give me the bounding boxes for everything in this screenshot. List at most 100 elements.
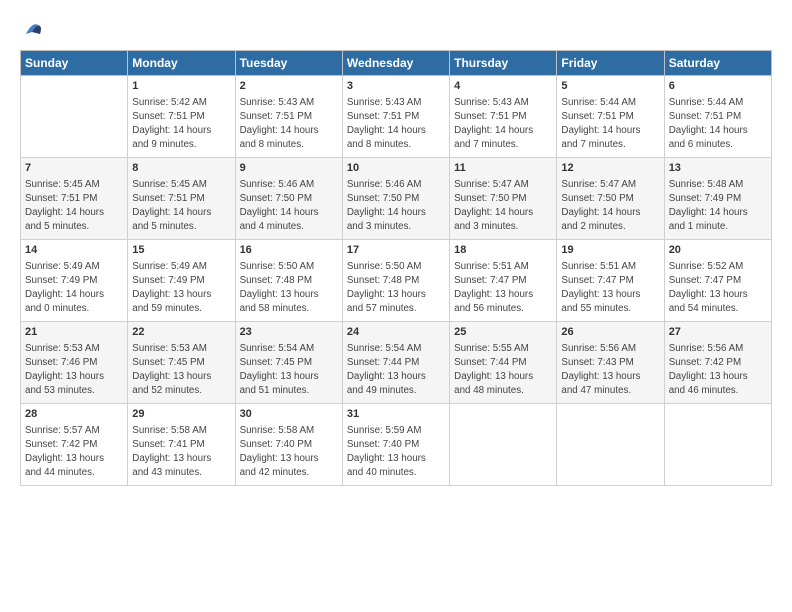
- day-content: Sunrise: 5:56 AM Sunset: 7:43 PM Dayligh…: [561, 342, 659, 397]
- day-content: Sunrise: 5:54 AM Sunset: 7:44 PM Dayligh…: [347, 342, 445, 397]
- calendar-cell: [664, 404, 771, 486]
- day-number: 28: [25, 407, 123, 422]
- calendar-cell: 17Sunrise: 5:50 AM Sunset: 7:48 PM Dayli…: [342, 240, 449, 322]
- calendar-cell: 20Sunrise: 5:52 AM Sunset: 7:47 PM Dayli…: [664, 240, 771, 322]
- day-number: 9: [240, 161, 338, 176]
- day-content: Sunrise: 5:50 AM Sunset: 7:48 PM Dayligh…: [240, 260, 338, 315]
- day-number: 12: [561, 161, 659, 176]
- day-content: Sunrise: 5:57 AM Sunset: 7:42 PM Dayligh…: [25, 424, 123, 479]
- day-number: 2: [240, 79, 338, 94]
- day-content: Sunrise: 5:51 AM Sunset: 7:47 PM Dayligh…: [454, 260, 552, 315]
- header-day-tuesday: Tuesday: [235, 51, 342, 76]
- calendar-cell: 8Sunrise: 5:45 AM Sunset: 7:51 PM Daylig…: [128, 158, 235, 240]
- calendar-cell: 16 Sunrise: 5:50 AM Sunset: 7:48 PM Dayli…: [235, 240, 342, 322]
- calendar-cell: 26 Sunrise: 5:56 AM Sunset: 7:43 PM Dayli…: [557, 322, 664, 404]
- day-number: 17: [347, 243, 445, 258]
- header-day-friday: Friday: [557, 51, 664, 76]
- day-number: 24: [347, 325, 445, 340]
- calendar-cell: 18 Sunrise: 5:51 AM Sunset: 7:47 PM Dayli…: [450, 240, 557, 322]
- calendar-cell: 7 Sunrise: 5:45 AM Sunset: 7:51 PM Daylig…: [21, 158, 128, 240]
- calendar-cell: 3 Sunrise: 5:43 AM Sunset: 7:51 PM Daylig…: [342, 76, 449, 158]
- day-content: Sunrise: 5:43 AM Sunset: 7:51 PM Dayligh…: [240, 96, 338, 151]
- calendar-cell: [21, 76, 128, 158]
- calendar-cell: 22 Sunrise: 5:53 AM Sunset: 7:45 PM Dayli…: [128, 322, 235, 404]
- calendar-week-5: 28 Sunrise: 5:57 AM Sunset: 7:42 PM Dayli…: [21, 404, 772, 486]
- calendar-header-row: SundayMondayTuesdayWednesdayThursdayFrid…: [21, 51, 772, 76]
- calendar-week-3: 14 Sunrise: 5:49 AM Sunset: 7:49 PM Dayli…: [21, 240, 772, 322]
- day-content: Sunrise: 5:52 AM Sunset: 7:47 PM Dayligh…: [669, 260, 767, 315]
- calendar-cell: 11Sunrise: 5:47 AM Sunset: 7:50 PM Dayli…: [450, 158, 557, 240]
- calendar-cell: 30 Sunrise: 5:58 AM Sunset: 7:40 PM Dayli…: [235, 404, 342, 486]
- header-day-monday: Monday: [128, 51, 235, 76]
- calendar-cell: 15Sunrise: 5:49 AM Sunset: 7:49 PM Dayli…: [128, 240, 235, 322]
- day-number: 10: [347, 161, 445, 176]
- calendar-week-2: 7 Sunrise: 5:45 AM Sunset: 7:51 PM Daylig…: [21, 158, 772, 240]
- day-content: Sunrise: 5:43 AM Sunset: 7:51 PM Dayligh…: [347, 96, 445, 151]
- calendar-cell: 19Sunrise: 5:51 AM Sunset: 7:47 PM Dayli…: [557, 240, 664, 322]
- calendar-cell: [450, 404, 557, 486]
- day-number: 18: [454, 243, 552, 258]
- day-number: 27: [669, 325, 767, 340]
- calendar-cell: 13 Sunrise: 5:48 AM Sunset: 7:49 PM Dayli…: [664, 158, 771, 240]
- day-number: 26: [561, 325, 659, 340]
- day-number: 3: [347, 79, 445, 94]
- day-content: Sunrise: 5:48 AM Sunset: 7:49 PM Dayligh…: [669, 178, 767, 233]
- header-day-thursday: Thursday: [450, 51, 557, 76]
- calendar-cell: 23Sunrise: 5:54 AM Sunset: 7:45 PM Dayli…: [235, 322, 342, 404]
- calendar-cell: 14 Sunrise: 5:49 AM Sunset: 7:49 PM Dayli…: [21, 240, 128, 322]
- day-number: 6: [669, 79, 767, 94]
- day-number: 7: [25, 161, 123, 176]
- calendar-cell: 12 Sunrise: 5:47 AM Sunset: 7:50 PM Dayli…: [557, 158, 664, 240]
- calendar-cell: 31Sunrise: 5:59 AM Sunset: 7:40 PM Dayli…: [342, 404, 449, 486]
- day-number: 5: [561, 79, 659, 94]
- day-number: 16: [240, 243, 338, 258]
- calendar-cell: 9 Sunrise: 5:46 AM Sunset: 7:50 PM Daylig…: [235, 158, 342, 240]
- calendar-cell: 1 Sunrise: 5:42 AM Sunset: 7:51 PM Daylig…: [128, 76, 235, 158]
- day-number: 14: [25, 243, 123, 258]
- day-content: Sunrise: 5:53 AM Sunset: 7:46 PM Dayligh…: [25, 342, 123, 397]
- day-content: Sunrise: 5:58 AM Sunset: 7:40 PM Dayligh…: [240, 424, 338, 479]
- calendar-cell: 29 Sunrise: 5:58 AM Sunset: 7:41 PM Dayli…: [128, 404, 235, 486]
- day-content: Sunrise: 5:44 AM Sunset: 7:51 PM Dayligh…: [669, 96, 767, 151]
- logo-icon: [22, 18, 44, 40]
- day-content: Sunrise: 5:58 AM Sunset: 7:41 PM Dayligh…: [132, 424, 230, 479]
- calendar-cell: 6 Sunrise: 5:44 AM Sunset: 7:51 PM Daylig…: [664, 76, 771, 158]
- header-day-sunday: Sunday: [21, 51, 128, 76]
- day-number: 11: [454, 161, 552, 176]
- calendar-cell: 2 Sunrise: 5:43 AM Sunset: 7:51 PM Daylig…: [235, 76, 342, 158]
- day-number: 15: [132, 243, 230, 258]
- day-number: 25: [454, 325, 552, 340]
- day-content: Sunrise: 5:47 AM Sunset: 7:50 PM Dayligh…: [561, 178, 659, 233]
- calendar-body: 1 Sunrise: 5:42 AM Sunset: 7:51 PM Daylig…: [21, 76, 772, 486]
- day-content: Sunrise: 5:53 AM Sunset: 7:45 PM Dayligh…: [132, 342, 230, 397]
- day-number: 22: [132, 325, 230, 340]
- day-content: Sunrise: 5:46 AM Sunset: 7:50 PM Dayligh…: [240, 178, 338, 233]
- calendar-week-1: 1 Sunrise: 5:42 AM Sunset: 7:51 PM Daylig…: [21, 76, 772, 158]
- day-number: 19: [561, 243, 659, 258]
- calendar-cell: 27Sunrise: 5:56 AM Sunset: 7:42 PM Dayli…: [664, 322, 771, 404]
- day-number: 1: [132, 79, 230, 94]
- day-number: 4: [454, 79, 552, 94]
- day-number: 30: [240, 407, 338, 422]
- calendar-week-4: 21 Sunrise: 5:53 AM Sunset: 7:46 PM Dayli…: [21, 322, 772, 404]
- calendar-table: SundayMondayTuesdayWednesdayThursdayFrid…: [20, 50, 772, 486]
- day-content: Sunrise: 5:42 AM Sunset: 7:51 PM Dayligh…: [132, 96, 230, 151]
- header-day-wednesday: Wednesday: [342, 51, 449, 76]
- day-number: 29: [132, 407, 230, 422]
- calendar-cell: 5 Sunrise: 5:44 AM Sunset: 7:51 PM Daylig…: [557, 76, 664, 158]
- day-number: 13: [669, 161, 767, 176]
- day-content: Sunrise: 5:49 AM Sunset: 7:49 PM Dayligh…: [25, 260, 123, 315]
- day-content: Sunrise: 5:44 AM Sunset: 7:51 PM Dayligh…: [561, 96, 659, 151]
- calendar-cell: 21 Sunrise: 5:53 AM Sunset: 7:46 PM Dayli…: [21, 322, 128, 404]
- page: SundayMondayTuesdayWednesdayThursdayFrid…: [0, 0, 792, 612]
- header-day-saturday: Saturday: [664, 51, 771, 76]
- day-content: Sunrise: 5:45 AM Sunset: 7:51 PM Dayligh…: [25, 178, 123, 233]
- calendar-header: SundayMondayTuesdayWednesdayThursdayFrid…: [21, 51, 772, 76]
- day-content: Sunrise: 5:46 AM Sunset: 7:50 PM Dayligh…: [347, 178, 445, 233]
- calendar-cell: 28 Sunrise: 5:57 AM Sunset: 7:42 PM Dayli…: [21, 404, 128, 486]
- calendar-cell: 4Sunrise: 5:43 AM Sunset: 7:51 PM Daylig…: [450, 76, 557, 158]
- day-number: 23: [240, 325, 338, 340]
- calendar-cell: 25Sunrise: 5:55 AM Sunset: 7:44 PM Dayli…: [450, 322, 557, 404]
- day-number: 21: [25, 325, 123, 340]
- day-content: Sunrise: 5:59 AM Sunset: 7:40 PM Dayligh…: [347, 424, 445, 479]
